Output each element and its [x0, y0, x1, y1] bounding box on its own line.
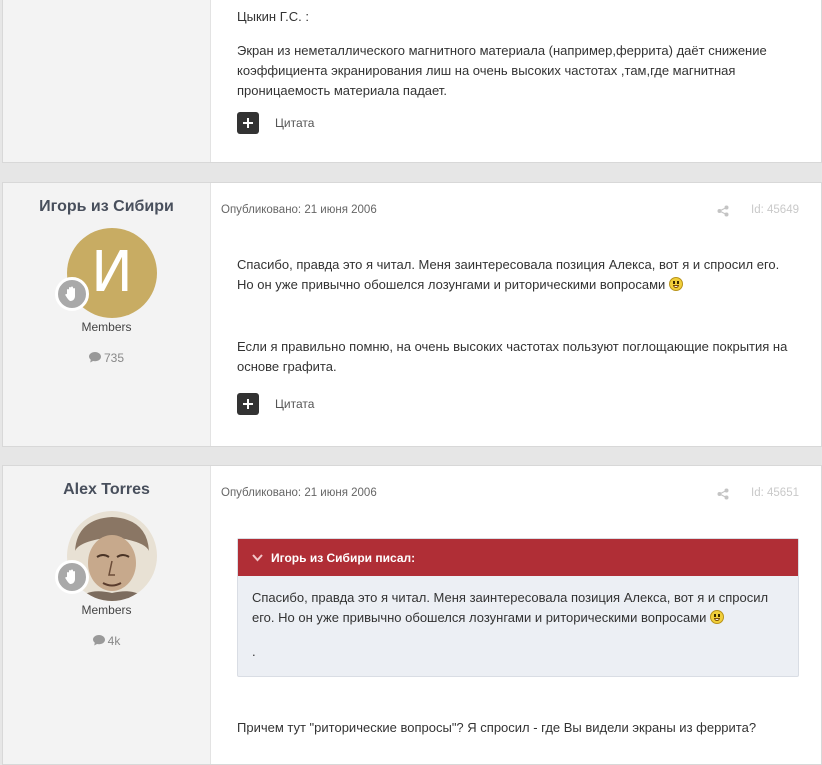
post-id[interactable]: Id: 45649	[751, 204, 799, 216]
post: Alex Torres Members 4k Опубликовано: 21 …	[2, 465, 822, 765]
quote-tail: .	[252, 644, 256, 659]
quote-link[interactable]: Цитата	[275, 397, 314, 411]
blockquote: Игорь из Сибири писал: Спасибо, правда э…	[237, 538, 799, 677]
quote-author: Игорь из Сибири писал:	[271, 550, 416, 565]
comment-icon	[88, 352, 101, 363]
smiley-icon	[668, 277, 683, 291]
post-count: 735	[3, 351, 210, 365]
post-content: Цыкин Г.С. : Экран из неметаллического м…	[211, 0, 821, 162]
share-icon[interactable]	[717, 488, 729, 500]
rank-badge	[55, 277, 89, 311]
post-paragraph: Экран из неметаллического магнитного мат…	[237, 43, 767, 98]
post-paragraph: Причем тут "риторические вопросы"? Я спр…	[237, 720, 757, 735]
post-count-value: 735	[103, 351, 125, 365]
post-date[interactable]: Опубликовано: 21 июня 2006	[221, 487, 377, 499]
quote-text: Спасибо, правда это я читал. Меня заинте…	[252, 590, 769, 625]
quote-body: Спасибо, правда это я читал. Меня заинте…	[238, 576, 798, 676]
share-icon[interactable]	[717, 205, 729, 217]
hand-icon	[65, 569, 75, 584]
post-paragraph: Цыкин Г.С. :	[237, 9, 309, 24]
post-count: 4k	[3, 634, 210, 648]
comment-icon	[92, 635, 105, 646]
post-content: Опубликовано: 21 июня 2006 Id: 45649 Спа…	[211, 183, 821, 446]
author-column: Alex Torres Members 4k	[3, 466, 211, 764]
quote-link[interactable]: Цитата	[275, 116, 314, 130]
chevron-down-icon	[252, 553, 263, 561]
post-body: Цыкин Г.С. : Экран из неметаллического м…	[237, 7, 799, 101]
author-name[interactable]: Alex Torres	[3, 481, 210, 499]
plus-icon	[243, 399, 253, 409]
member-group: Members	[81, 320, 132, 334]
post-id[interactable]: Id: 45651	[751, 487, 799, 499]
post-paragraph: Спасибо, правда это я читал. Меня заинте…	[237, 257, 780, 292]
post-body: Спасибо, правда это я читал. Меня заинте…	[237, 255, 799, 377]
post-body: Причем тут "риторические вопросы"? Я спр…	[237, 718, 799, 738]
smiley-icon	[710, 610, 725, 624]
post-paragraph: Если я правильно помню, на очень высоких…	[237, 339, 788, 374]
post: Цыкин Г.С. : Экран из неметаллического м…	[2, 0, 822, 163]
rank-badge	[55, 560, 89, 594]
author-column	[3, 0, 211, 162]
post: Игорь из Сибири И Members 735 Опубликова…	[2, 182, 822, 447]
hand-icon	[65, 286, 75, 301]
post-count-value: 4k	[107, 634, 121, 648]
quote-header[interactable]: Игорь из Сибири писал:	[238, 539, 798, 576]
multiquote-button[interactable]	[237, 112, 259, 134]
member-group: Members	[81, 603, 132, 617]
post-date[interactable]: Опубликовано: 21 июня 2006	[221, 204, 377, 216]
post-content: Опубликовано: 21 июня 2006 Id: 45651 Иго…	[211, 466, 821, 764]
author-column: Игорь из Сибири И Members 735	[3, 183, 211, 446]
multiquote-button[interactable]	[237, 393, 259, 415]
author-name[interactable]: Игорь из Сибири	[3, 198, 210, 216]
plus-icon	[243, 118, 253, 128]
